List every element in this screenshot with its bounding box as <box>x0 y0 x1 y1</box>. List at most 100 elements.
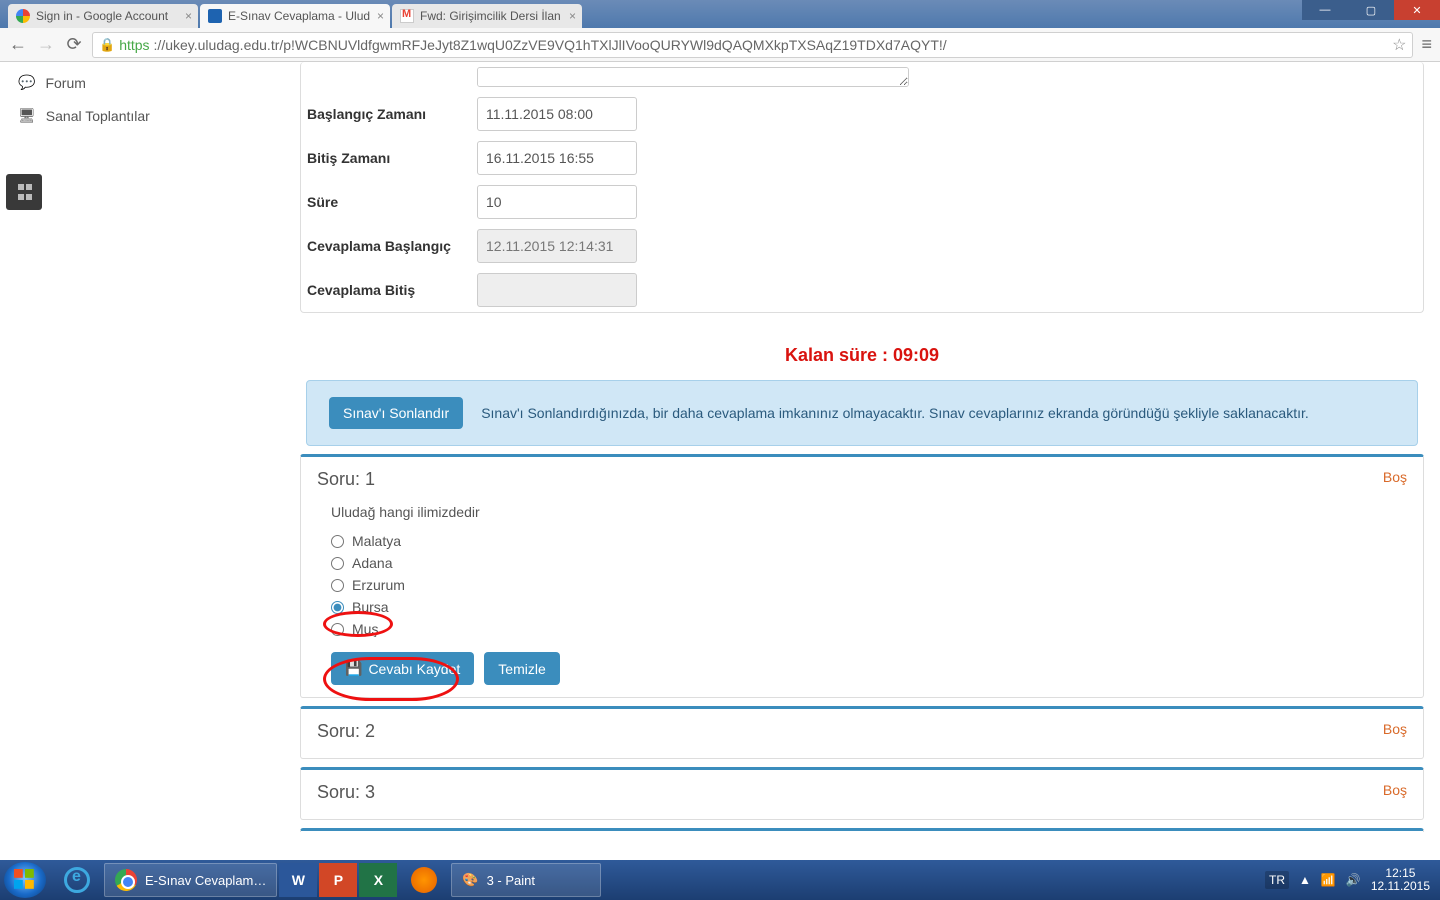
bookmark-star-icon[interactable]: ☆ <box>1392 35 1406 55</box>
gmail-favicon <box>400 9 414 23</box>
option-label: Bursa <box>352 599 389 615</box>
save-answer-button[interactable]: 💾 Cevabı Kaydet <box>331 652 474 685</box>
sidebar-item-label: Forum <box>45 75 85 91</box>
radio-input[interactable] <box>331 579 344 592</box>
windows-taskbar: E-Sınav Cevaplam… W P X 🎨 3 - Paint TR ▲… <box>0 860 1440 900</box>
end-time-input[interactable] <box>477 141 637 175</box>
form-label-cevap-baslangic: Cevaplama Başlangıç <box>307 238 477 254</box>
chat-icon: 💬 <box>18 74 35 91</box>
question-1-block: Soru: 1 Boş Uludağ hangi ilimizdedir Mal… <box>300 454 1424 698</box>
address-bar[interactable]: 🔒 https ://ukey.uludag.edu.tr/p!WCBNUVldf… <box>92 32 1413 58</box>
option-label: Muş <box>352 621 378 637</box>
floating-grid-button[interactable] <box>6 174 42 210</box>
option-label: Adana <box>352 555 392 571</box>
radio-input[interactable] <box>331 623 344 636</box>
system-tray: TR ▲ 📶 🔊 12:15 12.11.2015 <box>1265 867 1436 893</box>
window-maximize-button[interactable]: ▢ <box>1348 0 1394 20</box>
tab-close-icon[interactable]: × <box>185 9 192 23</box>
taskbar-task-label: E-Sınav Cevaplam… <box>145 873 266 888</box>
back-button[interactable]: ← <box>8 34 28 55</box>
radio-input[interactable] <box>331 601 344 614</box>
url-scheme: https <box>119 37 149 53</box>
sidebar-item-forum[interactable]: 💬 Forum <box>0 66 300 99</box>
tab-title: Fwd: Girişimcilik Dersi İlan <box>420 9 561 23</box>
forward-button[interactable]: → <box>36 34 56 55</box>
save-icon: 💾 <box>345 660 362 677</box>
tab-close-icon[interactable]: × <box>377 9 384 23</box>
answer-end-input <box>477 273 637 307</box>
radio-input[interactable] <box>331 557 344 570</box>
option-label: Erzurum <box>352 577 405 593</box>
tray-volume-icon[interactable]: 🔊 <box>1346 873 1361 887</box>
taskbar-clock[interactable]: 12:15 12.11.2015 <box>1371 867 1430 893</box>
window-minimize-button[interactable]: — <box>1302 0 1348 20</box>
end-exam-info-bar: Sınav'ı Sonlandır Sınav'ı Sonlandırdığın… <box>306 380 1418 446</box>
window-controls: — ▢ ✕ <box>1302 0 1440 20</box>
question-status-badge: Boş <box>1383 721 1407 742</box>
form-label-cevap-bitis: Cevaplama Bitiş <box>307 282 477 298</box>
taskbar-chrome-task[interactable]: E-Sınav Cevaplam… <box>104 863 277 897</box>
chrome-icon <box>115 869 137 891</box>
url-text: ://ukey.uludag.edu.tr/p!WCBNUVldfgwmRFJe… <box>154 37 947 53</box>
form-label-baslangic: Başlangıç Zamanı <box>307 106 477 122</box>
start-button[interactable] <box>4 862 46 898</box>
ukey-favicon <box>208 9 222 23</box>
question-title: Soru: 1 <box>317 469 375 490</box>
question-text: Uludağ hangi ilimizdedir <box>331 504 1393 520</box>
sidebar-item-sanal[interactable]: 🖥 Sanal Toplantılar <box>0 99 300 132</box>
option-bursa[interactable]: Bursa <box>331 596 1393 618</box>
browser-tab-google[interactable]: Sign in - Google Account × <box>8 4 198 28</box>
reload-button[interactable]: ⟳ <box>64 34 84 55</box>
option-adana[interactable]: Adana <box>331 552 1393 574</box>
description-textarea[interactable] <box>477 67 909 87</box>
taskbar-powerpoint-icon[interactable]: P <box>319 863 357 897</box>
question-2-block[interactable]: Soru: 2 Boş <box>300 706 1424 759</box>
tab-title: E-Sınav Cevaplama - Ulud <box>228 9 370 23</box>
window-close-button[interactable]: ✕ <box>1394 0 1440 20</box>
question-3-block[interactable]: Soru: 3 Boş <box>300 767 1424 820</box>
paint-icon: 🎨 <box>462 872 478 888</box>
option-mus[interactable]: Muş <box>331 618 1393 640</box>
remaining-time-label: Kalan süre : 09:09 <box>300 345 1424 366</box>
browser-tab-ukey[interactable]: E-Sınav Cevaplama - Ulud × <box>200 4 390 28</box>
form-label-sure: Süre <box>307 194 477 210</box>
tab-close-icon[interactable]: × <box>569 9 576 23</box>
chrome-menu-button[interactable]: ≡ <box>1421 34 1432 55</box>
taskbar-task-label: 3 - Paint <box>487 873 535 888</box>
tab-title: Sign in - Google Account <box>36 9 168 23</box>
clock-date: 12.11.2015 <box>1371 880 1430 893</box>
tray-network-icon[interactable]: 📶 <box>1321 873 1336 887</box>
question-title: Soru: 2 <box>317 721 375 742</box>
sidebar: 💬 Forum 🖥 Sanal Toplantılar <box>0 62 300 132</box>
duration-input[interactable] <box>477 185 637 219</box>
taskbar-paint-task[interactable]: 🎨 3 - Paint <box>451 863 601 897</box>
page-viewport: 💬 Forum 🖥 Sanal Toplantılar Başlangıç Za… <box>0 62 1440 832</box>
google-favicon <box>16 9 30 23</box>
end-exam-button[interactable]: Sınav'ı Sonlandır <box>329 397 463 429</box>
exam-info-panel: Başlangıç Zamanı Bitiş Zamanı Süre Cevap… <box>300 62 1424 313</box>
screen-icon: 🖥 <box>18 107 36 124</box>
option-malatya[interactable]: Malatya <box>331 530 1393 552</box>
question-status-badge: Boş <box>1383 782 1407 803</box>
answer-start-input <box>477 229 637 263</box>
sidebar-item-label: Sanal Toplantılar <box>46 108 150 124</box>
question-4-block[interactable]: Soru: 4 Boş <box>300 828 1424 832</box>
tray-flag-icon[interactable]: ▲ <box>1299 873 1311 887</box>
option-label: Malatya <box>352 533 401 549</box>
end-exam-info-text: Sınav'ı Sonlandırdığınızda, bir daha cev… <box>481 405 1309 421</box>
clear-answer-button[interactable]: Temizle <box>484 652 559 685</box>
form-label-bitis: Bitiş Zamanı <box>307 150 477 166</box>
taskbar-excel-icon[interactable]: X <box>359 863 397 897</box>
taskbar-ie-icon[interactable] <box>52 863 102 897</box>
taskbar-word-icon[interactable]: W <box>279 863 317 897</box>
question-status-badge: Boş <box>1383 469 1407 490</box>
taskbar-firefox-icon[interactable] <box>399 863 449 897</box>
save-answer-label: Cevabı Kaydet <box>368 661 460 677</box>
language-indicator[interactable]: TR <box>1265 871 1289 889</box>
radio-input[interactable] <box>331 535 344 548</box>
option-erzurum[interactable]: Erzurum <box>331 574 1393 596</box>
start-time-input[interactable] <box>477 97 637 131</box>
browser-tab-gmail[interactable]: Fwd: Girişimcilik Dersi İlan × <box>392 4 582 28</box>
lock-icon: 🔒 <box>99 37 115 53</box>
browser-toolbar: ← → ⟳ 🔒 https ://ukey.uludag.edu.tr/p!WCB… <box>0 28 1440 62</box>
